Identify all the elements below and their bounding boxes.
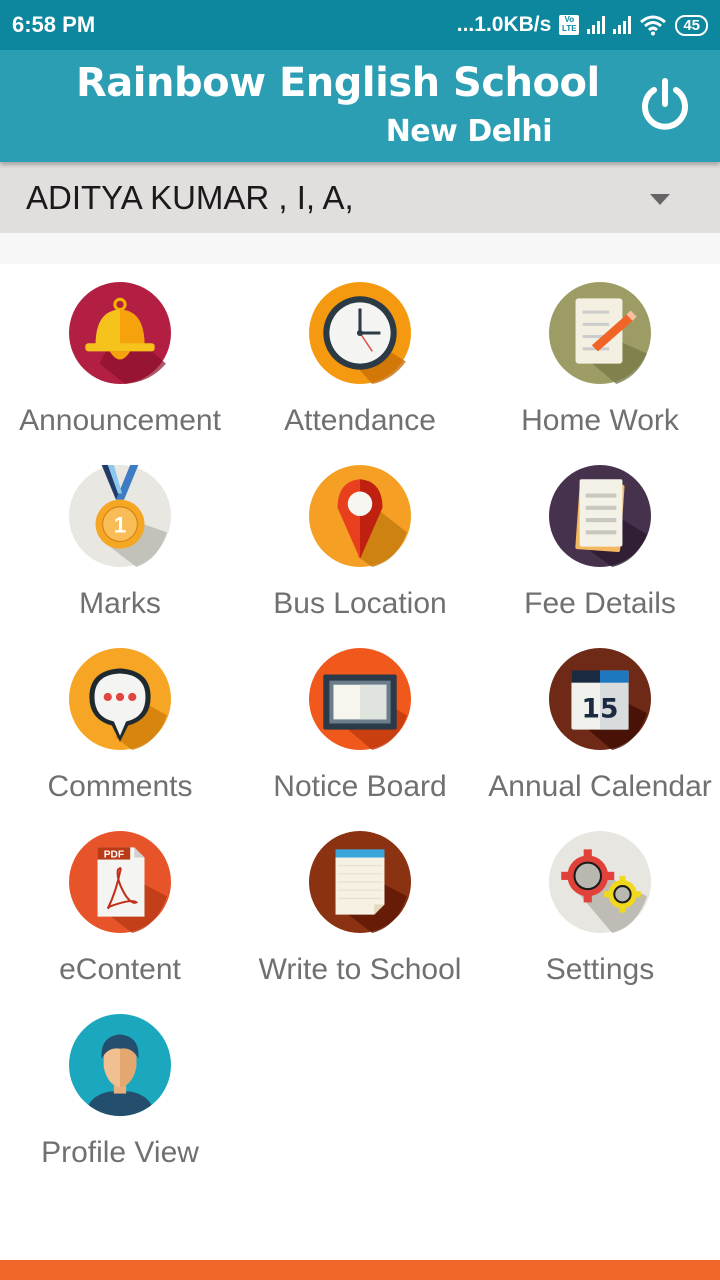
battery-level: 45 bbox=[683, 16, 700, 34]
menu-item-econtent[interactable]: PDF eContent bbox=[0, 813, 240, 996]
gears-icon bbox=[549, 831, 651, 933]
signal-icon-1 bbox=[587, 16, 606, 34]
menu-item-label: Attendance bbox=[284, 404, 436, 437]
menu-item-comments[interactable]: Comments bbox=[0, 630, 240, 813]
menu-item-label: Notice Board bbox=[273, 770, 447, 803]
status-time: 6:58 PM bbox=[12, 12, 96, 37]
menu-item-label: Annual Calendar bbox=[488, 770, 712, 803]
menu-item-label: Home Work bbox=[521, 404, 679, 437]
app-header: Rainbow English School New Delhi bbox=[0, 50, 720, 162]
menu-item-label: eContent bbox=[59, 953, 181, 986]
notepad-icon bbox=[549, 465, 651, 567]
bell-icon bbox=[69, 282, 171, 384]
svg-text:1: 1 bbox=[114, 512, 126, 537]
power-icon[interactable] bbox=[636, 76, 694, 134]
school-city: New Delhi bbox=[385, 114, 553, 149]
student-selector[interactable]: ADITYA KUMAR , I, A, bbox=[0, 162, 720, 233]
menu-item-announcement[interactable]: Announcement bbox=[0, 264, 240, 447]
menu-item-profile-view[interactable]: Profile View bbox=[0, 996, 240, 1179]
menu-item-label: Fee Details bbox=[524, 587, 676, 620]
menu-item-attendance[interactable]: Attendance bbox=[240, 264, 480, 447]
battery-icon: 45 bbox=[675, 14, 708, 36]
menu-item-bus-location[interactable]: Bus Location bbox=[240, 447, 480, 630]
note-icon bbox=[309, 831, 411, 933]
pdf-badge: PDF bbox=[104, 850, 124, 861]
school-name: Rainbow English School bbox=[76, 60, 600, 106]
homework-icon bbox=[549, 282, 651, 384]
pdf-icon: PDF bbox=[69, 831, 171, 933]
menu-item-fee-details[interactable]: Fee Details bbox=[480, 447, 720, 630]
menu-item-write-to-school[interactable]: Write to School bbox=[240, 813, 480, 996]
wifi-icon bbox=[640, 15, 667, 36]
volte-top: Vo bbox=[564, 15, 575, 24]
status-indicators: ...1.0KB/s Vo LTE 45 bbox=[457, 13, 708, 37]
medal-icon: 1 bbox=[69, 465, 171, 567]
board-icon bbox=[309, 648, 411, 750]
menu-item-label: Marks bbox=[79, 587, 161, 620]
menu-item-label: Write to School bbox=[258, 953, 462, 986]
network-speed: ...1.0KB/s bbox=[456, 13, 552, 36]
menu-item-label: Bus Location bbox=[273, 587, 447, 620]
menu-item-home-work[interactable]: Home Work bbox=[480, 264, 720, 447]
clock-icon bbox=[309, 282, 411, 384]
location-pin-icon bbox=[309, 465, 411, 567]
menu-item-settings[interactable]: Settings bbox=[480, 813, 720, 996]
chevron-down-icon bbox=[650, 194, 670, 205]
menu-item-annual-calendar[interactable]: 15 Annual Calendar bbox=[480, 630, 720, 813]
student-name: ADITYA KUMAR , I, A, bbox=[26, 178, 354, 216]
calendar-badge: 15 bbox=[582, 693, 619, 724]
chat-bubble-icon bbox=[69, 648, 171, 750]
profile-icon bbox=[69, 1014, 171, 1116]
divider-strip bbox=[0, 233, 720, 264]
calendar-icon: 15 bbox=[549, 648, 651, 750]
menu-item-label: Comments bbox=[47, 770, 193, 803]
menu-item-label: Profile View bbox=[41, 1136, 199, 1169]
menu-item-label: Announcement bbox=[19, 404, 221, 437]
status-bar: 6:58 PM ...1.0KB/s Vo LTE 45 bbox=[0, 0, 720, 50]
menu-item-marks[interactable]: 1 Marks bbox=[0, 447, 240, 630]
menu-item-label: Settings bbox=[545, 953, 655, 986]
signal-icon-2 bbox=[613, 16, 632, 34]
volte-icon: Vo LTE bbox=[559, 15, 580, 35]
bottom-bar bbox=[0, 1260, 720, 1280]
menu-item-notice-board[interactable]: Notice Board bbox=[240, 630, 480, 813]
volte-bottom: LTE bbox=[562, 24, 577, 33]
